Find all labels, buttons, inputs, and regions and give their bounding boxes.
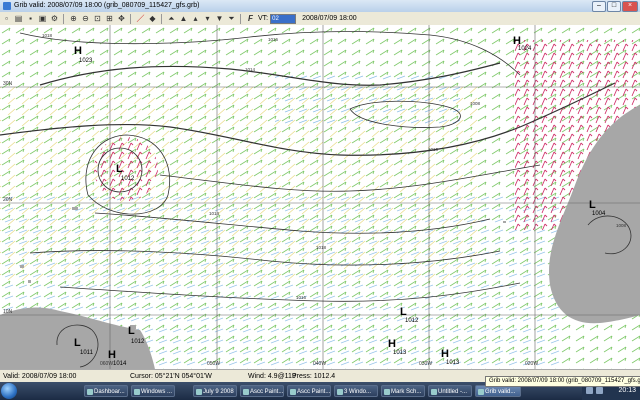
svg-text:1011: 1011 [80,350,94,356]
svg-text:L: L [400,306,407,318]
close-icon[interactable]: × [622,1,638,12]
vt-time: 2008/07/09 18:00 [302,15,357,22]
svg-text:1013: 1013 [393,350,407,356]
zoom-in-icon[interactable]: ⊕ [68,13,79,24]
isobar-label: 1016 [296,295,307,300]
toolbar-separator [63,13,64,24]
isobar-label: 1014 [209,211,220,216]
zoom-out-icon[interactable]: ⊖ [80,13,91,24]
play-up-icon[interactable]: ▴ [190,13,201,24]
pan-icon[interactable]: ✥ [116,13,127,24]
isobar-label: 1016 [268,37,279,42]
prev-step-icon[interactable]: ▲ [178,13,189,24]
save-icon[interactable]: ▪ [25,13,36,24]
lon-label: 020W [525,361,538,367]
isobar-label: 1008 [470,101,481,106]
isobar-label: 1014 [245,67,256,72]
settings-icon[interactable]: ⚙ [49,13,60,24]
isobar-label: 1008 [616,223,627,228]
app-icon [3,2,11,10]
svg-text:1014: 1014 [113,361,127,367]
isobar-label: 1016 [428,147,439,152]
new-file-icon[interactable]: ▫ [1,13,12,24]
waypoint-icon[interactable]: ◆ [147,13,158,24]
open-folder-icon[interactable]: ▤ [13,13,24,24]
minimize-icon[interactable]: – [592,1,606,12]
start-button[interactable] [1,383,17,399]
lon-label: 030W [419,361,432,367]
svg-text:L: L [128,325,135,337]
toolbar-separator [240,13,241,24]
taskbar-item[interactable]: 3 Windo... [334,385,378,397]
toolbar: ▫ ▤ ▪ ▣ ⚙ ⊕ ⊖ ⊡ ⊞ ✥ ／ ◆ ⏶ ▲ ▴ ▾ ▼ ⏷ F VT… [0,12,640,26]
svg-text:1013: 1013 [446,360,460,366]
taskbar-item[interactable]: Dashboar... [84,385,128,397]
svg-text:1012: 1012 [131,339,145,345]
svg-text:H: H [108,349,116,361]
vt-select[interactable]: 02 [270,13,297,24]
font-icon[interactable]: F [245,13,256,24]
first-step-icon[interactable]: ⏶ [166,13,177,24]
network-icon[interactable] [586,387,593,394]
draw-line-icon[interactable]: ／ [135,13,146,24]
toolbar-separator [130,13,131,24]
lon-label: 050W [207,361,220,367]
svg-text:1024: 1024 [518,46,532,52]
taskbar-item[interactable]: July 9 2008 [193,385,237,397]
next-step-icon[interactable]: ▼ [214,13,225,24]
lat-label: 20N [3,197,13,203]
window-controls: – □ × [592,1,638,12]
caribbean-island [20,265,24,268]
isobar-label: 1018 [42,33,53,38]
zoom-area-icon[interactable]: ⊡ [92,13,103,24]
zoom-fit-icon[interactable]: ⊞ [104,13,115,24]
taskbar-item[interactable]: Ascc Paint... [287,385,331,397]
map-canvas: 30N 20N 10N 060W 050W 040W 030W 020W 101… [0,25,640,369]
svg-text:1012: 1012 [405,318,419,324]
lat-label: 10N [3,309,13,315]
svg-text:H: H [388,338,396,350]
lon-label: 040W [313,361,326,367]
play-down-icon[interactable]: ▾ [202,13,213,24]
svg-text:1023: 1023 [79,58,93,64]
taskbar-item[interactable]: Untitled -... [428,385,472,397]
isobar-label: 1018 [316,245,327,250]
window-title: Grib valid: 2008/07/09 18:00 (grib_08070… [14,2,200,9]
cape-verde-island [503,221,506,223]
svg-text:H: H [74,45,82,57]
last-step-icon[interactable]: ⏷ [226,13,237,24]
tooltip: Grib valid: 2008/07/09 18:00 (grib_08070… [485,376,640,387]
svg-text:1004: 1004 [592,211,606,217]
taskbar-item[interactable]: Ascc Paint... [240,385,284,397]
svg-text:1012: 1012 [121,176,135,182]
svg-text:H: H [441,348,449,360]
taskbar-item[interactable]: Windows ... [131,385,175,397]
toolbar-separator [161,13,162,24]
print-icon[interactable]: ▣ [37,13,48,24]
taskbar-item[interactable]: Mark Sch... [381,385,425,397]
lon-label: 060W [100,361,113,367]
lat-label: 30N [3,81,13,87]
caribbean-island [72,207,78,210]
caribbean-island [28,280,31,283]
maximize-icon[interactable]: □ [607,1,621,12]
svg-text:L: L [116,163,123,175]
vt-label: VT: [258,15,269,22]
svg-text:L: L [74,337,81,349]
grib-map[interactable]: 30N 20N 10N 060W 050W 040W 030W 020W 101… [0,25,640,369]
svg-text:L: L [589,199,596,211]
volume-icon[interactable] [596,387,603,394]
